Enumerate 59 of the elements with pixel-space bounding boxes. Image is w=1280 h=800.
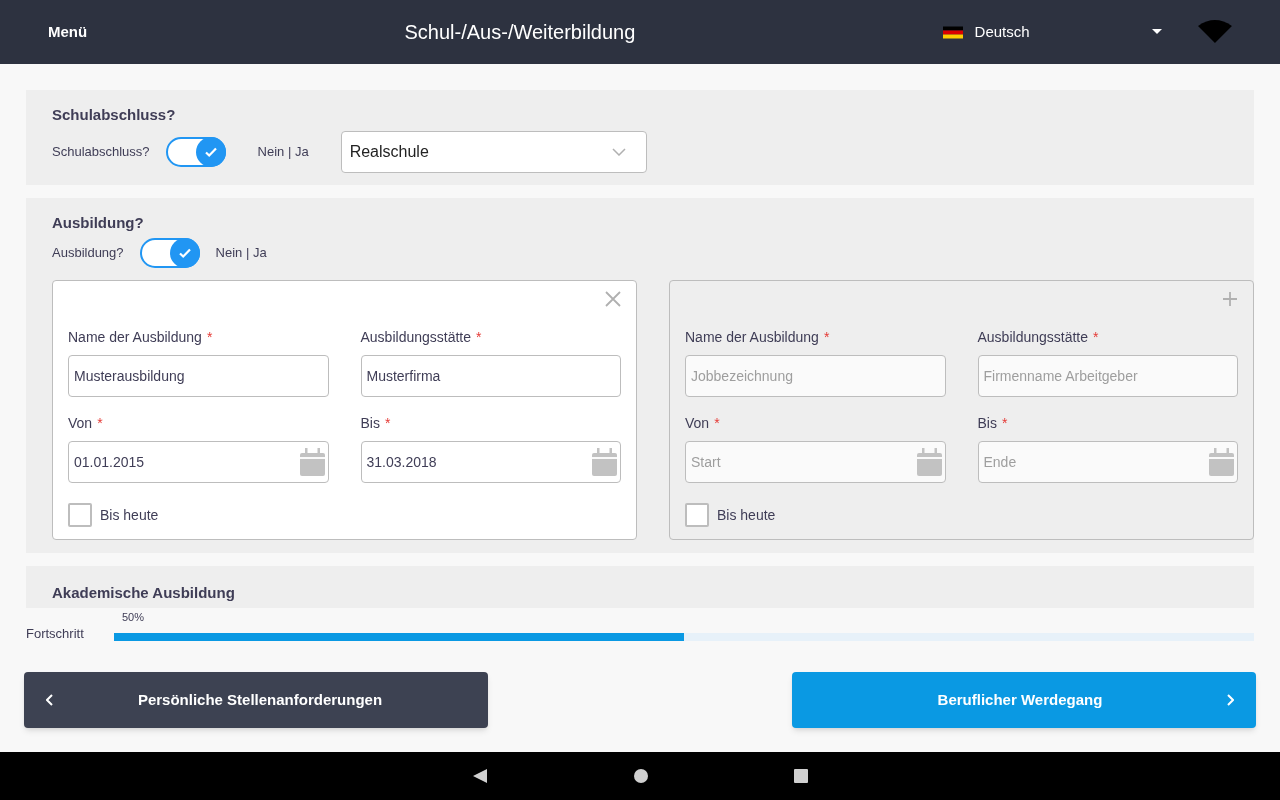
input-field[interactable]: Jobbezeichnung — [685, 355, 946, 397]
required-mark: * — [476, 328, 482, 347]
toggle-switch[interactable] — [139, 238, 200, 268]
required-mark: * — [823, 328, 830, 347]
required-mark: * — [1093, 328, 1099, 347]
calendar-icon[interactable] — [299, 448, 325, 476]
toggle-label: Ausbildung? — [52, 244, 124, 263]
section-heading: Ausbildung? — [52, 212, 145, 233]
menu-button[interactable]: Menü — [48, 20, 348, 44]
field-label: Name der Ausbildung — [68, 328, 202, 347]
calendar-icon[interactable] — [916, 448, 942, 476]
checkbox-label: Bis heute — [717, 505, 776, 525]
calendar-icon[interactable] — [592, 448, 617, 476]
section-heading: Akademische Ausbildung — [52, 583, 236, 603]
chevron-right-icon — [1226, 694, 1234, 706]
required-mark: * — [384, 414, 391, 433]
toggle-hint: Nein | Ja — [257, 142, 309, 161]
field-label: Ausbildungsstätte — [360, 328, 472, 347]
school-select[interactable]: Realschule — [340, 130, 647, 173]
progress-reading: 50% — [122, 609, 146, 625]
date-field[interactable]: 31.03.2018 — [360, 441, 621, 483]
chevron-left-icon — [46, 694, 54, 706]
checkbox[interactable] — [68, 503, 92, 527]
field-label: Von — [68, 414, 93, 433]
required-mark: * — [1001, 414, 1008, 433]
checkbox-label: Bis heute — [100, 505, 159, 525]
chevron-down-icon — [611, 147, 626, 156]
date-field[interactable]: 01.01.2015 — [68, 441, 329, 483]
flag-icon — [942, 25, 963, 39]
back-button[interactable]: Persönliche Stellenanforderungen — [24, 672, 488, 728]
required-mark: * — [714, 414, 720, 433]
close-icon[interactable] — [605, 291, 621, 307]
required-mark: * — [97, 414, 103, 433]
calendar-icon[interactable] — [1209, 448, 1234, 476]
checkbox[interactable] — [685, 503, 709, 527]
field-label: Name der Ausbildung — [685, 328, 819, 347]
wifi-icon — [1198, 20, 1232, 44]
home-circle-icon[interactable] — [634, 769, 648, 783]
field-label: Bis — [360, 414, 380, 433]
progress-label: Fortschritt — [26, 624, 85, 643]
caret-icon — [1152, 29, 1163, 35]
date-field[interactable]: Start — [685, 441, 946, 483]
required-mark: * — [206, 328, 213, 347]
section-heading: Schulabschluss? — [52, 105, 177, 125]
plus-icon[interactable] — [1222, 291, 1238, 307]
page-title: Schul-/Aus-/Weiterbildung — [403, 20, 637, 45]
language-dropdown[interactable]: Deutsch — [942, 20, 1163, 44]
input-field[interactable]: Musterausbildung — [68, 355, 329, 397]
input-field[interactable]: Musterfirma — [360, 355, 621, 397]
field-label: Ausbildungsstätte — [977, 328, 1089, 347]
toggle-hint: Nein | Ja — [215, 244, 267, 263]
back-triangle-icon[interactable] — [472, 768, 488, 784]
square-icon[interactable] — [794, 769, 808, 783]
field-label: Bis — [977, 414, 997, 433]
toggle-label: Schulabschluss? — [52, 142, 150, 161]
field-label: Von — [685, 414, 710, 433]
input-field[interactable]: Firmenname Arbeitgeber — [977, 355, 1238, 397]
date-field[interactable]: Ende — [977, 441, 1238, 483]
toggle-switch[interactable] — [165, 136, 226, 167]
